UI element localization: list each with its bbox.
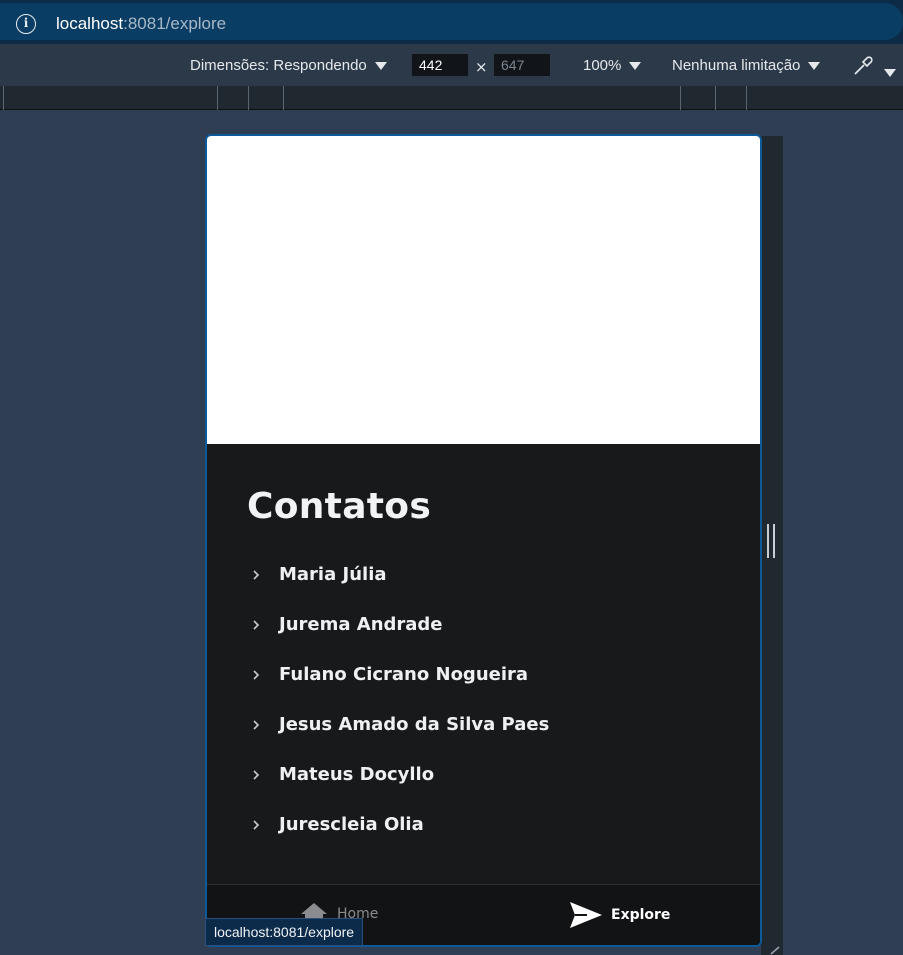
tab-explore-label: Explore bbox=[611, 907, 671, 923]
chevron-right-icon bbox=[253, 570, 260, 580]
width-input[interactable]: 442 bbox=[412, 54, 468, 76]
chevron-down-icon bbox=[374, 62, 387, 71]
times-icon: × bbox=[475, 58, 488, 76]
throttling-label: Nenhuma limitação bbox=[672, 57, 801, 74]
chevron-right-icon bbox=[253, 620, 260, 630]
ruler-tick bbox=[3, 86, 4, 110]
zoom-label: 100% bbox=[583, 57, 622, 74]
url-path: :8081/explore bbox=[123, 14, 227, 33]
contact-name: Jurema Andrade bbox=[279, 614, 443, 635]
page-title: Contatos bbox=[247, 486, 432, 527]
list-item[interactable]: Maria Júlia bbox=[251, 564, 549, 614]
contact-name: Jesus Amado da Silva Paes bbox=[279, 714, 550, 735]
picker-menu[interactable] bbox=[884, 62, 896, 81]
ruler-tick bbox=[217, 86, 218, 110]
ruler-tick bbox=[746, 86, 747, 110]
contact-name: Fulano Cicrano Nogueira bbox=[279, 664, 529, 685]
resize-corner-icon[interactable] bbox=[770, 946, 780, 955]
chevron-down-icon bbox=[884, 68, 896, 77]
resize-handle[interactable] bbox=[767, 524, 775, 558]
zoom-dropdown[interactable]: 100% bbox=[583, 57, 642, 74]
url-host: localhost bbox=[56, 14, 124, 33]
eyedropper-icon[interactable] bbox=[851, 54, 875, 78]
dimensions-dropdown[interactable]: Dimensões: Respondendo bbox=[190, 57, 387, 74]
height-input[interactable]: 647 bbox=[494, 54, 550, 76]
dimensions-label: Dimensões: Respondendo bbox=[190, 57, 367, 74]
send-icon bbox=[570, 902, 602, 928]
address-pill[interactable]: i localhost:8081/explore bbox=[0, 3, 903, 40]
tab-explore[interactable]: Explore bbox=[569, 901, 670, 929]
url-text[interactable]: localhost:8081/explore bbox=[56, 14, 226, 34]
chevron-right-icon bbox=[253, 670, 260, 680]
devtools-toolbar: Dimensões: Respondendo 442 647 100% Nenh… bbox=[0, 44, 903, 86]
hero-image-area bbox=[207, 136, 760, 444]
contact-name: Jurescleia Olia bbox=[279, 814, 424, 835]
chevron-right-icon bbox=[253, 720, 260, 730]
device-frame: Contatos Maria Júlia Jurema Andrade Fula… bbox=[205, 134, 762, 947]
ruler-tick bbox=[715, 86, 716, 110]
contact-list: Maria Júlia Jurema Andrade Fulano Cicran… bbox=[251, 564, 549, 864]
list-item[interactable]: Jurema Andrade bbox=[251, 614, 549, 664]
ruler bbox=[0, 86, 903, 110]
status-url: localhost:8081/explore bbox=[205, 918, 364, 946]
contacts-section: Contatos Maria Júlia Jurema Andrade Fula… bbox=[207, 444, 760, 884]
address-bar: i localhost:8081/explore bbox=[0, 0, 903, 44]
info-icon[interactable]: i bbox=[16, 14, 36, 34]
chevron-down-icon bbox=[808, 62, 821, 71]
contact-name: Mateus Docyllo bbox=[279, 764, 435, 785]
contact-name: Maria Júlia bbox=[279, 564, 387, 585]
list-item[interactable]: Jesus Amado da Silva Paes bbox=[251, 714, 549, 764]
ruler-tick bbox=[248, 86, 249, 110]
chevron-down-icon bbox=[629, 62, 642, 71]
list-item[interactable]: Mateus Docyllo bbox=[251, 764, 549, 814]
ruler-tick bbox=[680, 86, 681, 110]
ruler-tick bbox=[283, 86, 284, 110]
list-item[interactable]: Fulano Cicrano Nogueira bbox=[251, 664, 549, 714]
chevron-right-icon bbox=[253, 770, 260, 780]
throttling-dropdown[interactable]: Nenhuma limitação bbox=[672, 57, 821, 74]
chevron-right-icon bbox=[253, 820, 260, 830]
list-item[interactable]: Jurescleia Olia bbox=[251, 814, 549, 864]
